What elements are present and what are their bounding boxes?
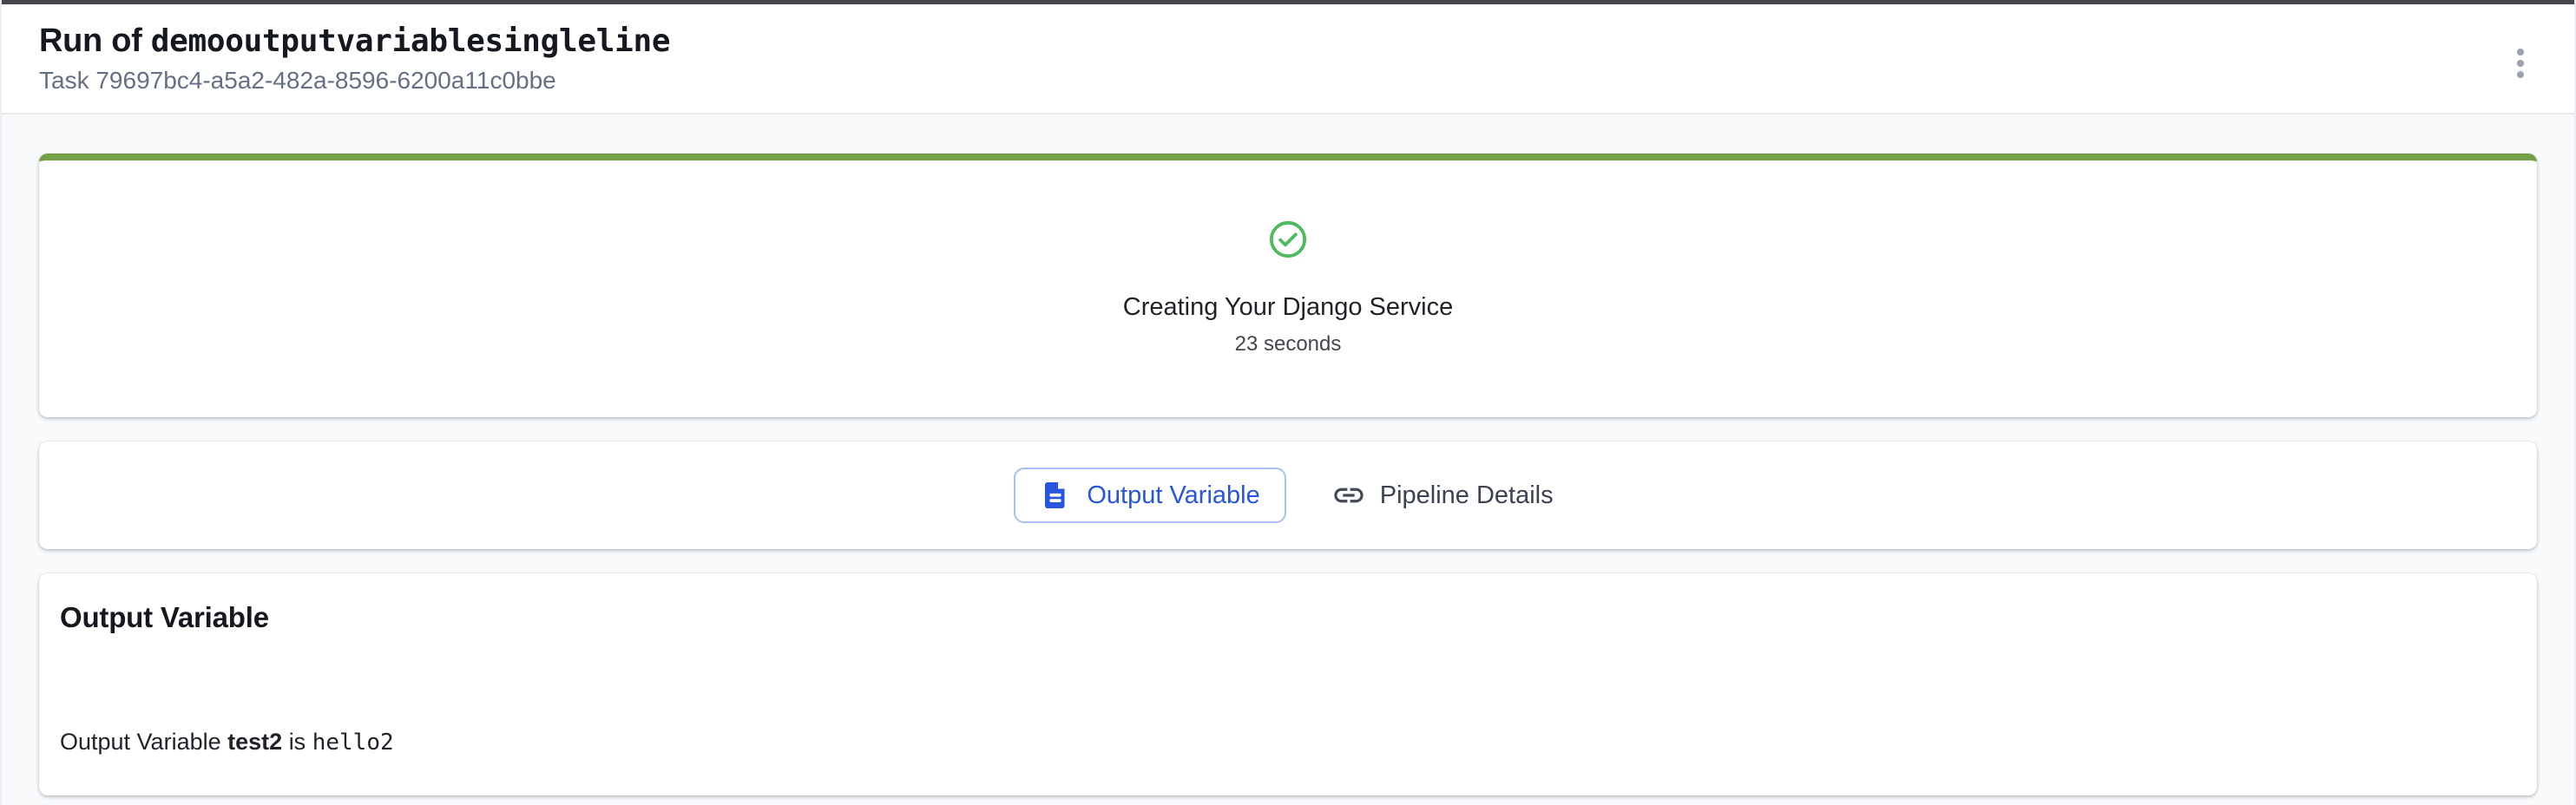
output-variable-heading: Output Variable	[60, 601, 2516, 634]
output-line-connector: is	[289, 729, 306, 755]
document-icon	[1040, 480, 1071, 511]
tab-output-variable-label: Output Variable	[1087, 481, 1259, 510]
output-line-prefix: Output Variable	[60, 729, 221, 755]
tab-bar-card: Output Variable Pipeline Details	[39, 442, 2537, 549]
output-variable-value: hello2	[312, 730, 394, 756]
status-duration: 23 seconds	[1235, 332, 1342, 357]
tab-pipeline-details-label: Pipeline Details	[1380, 481, 1554, 510]
run-header: Run of demooutputvariablesingleline Task…	[2, 4, 2574, 115]
output-variable-card: Output Variable Output Variable test2 is…	[39, 573, 2537, 795]
more-options-button[interactable]	[2498, 39, 2543, 88]
tab-pipeline-details[interactable]: Pipeline Details	[1323, 468, 1562, 523]
kebab-vertical-icon	[2517, 49, 2524, 56]
page-title-prefix: Run of	[39, 23, 142, 59]
page-title: Run of demooutputvariablesingleline	[39, 22, 2537, 61]
tab-output-variable[interactable]: Output Variable	[1014, 468, 1285, 523]
page-title-run-name: demooutputvariablesingleline	[151, 23, 670, 59]
status-card: Creating Your Django Service 23 seconds	[39, 154, 2537, 417]
check-circle-icon	[1268, 219, 1308, 259]
status-title: Creating Your Django Service	[1123, 292, 1453, 322]
output-variable-line: Output Variable test2 is hello2	[60, 728, 2516, 756]
run-content: Creating Your Django Service 23 seconds …	[2, 115, 2574, 795]
output-variable-name: test2	[227, 729, 282, 755]
link-icon	[1331, 478, 1366, 513]
task-id-subtitle: Task 79697bc4-a5a2-482a-8596-6200a11c0bb…	[39, 68, 2537, 94]
